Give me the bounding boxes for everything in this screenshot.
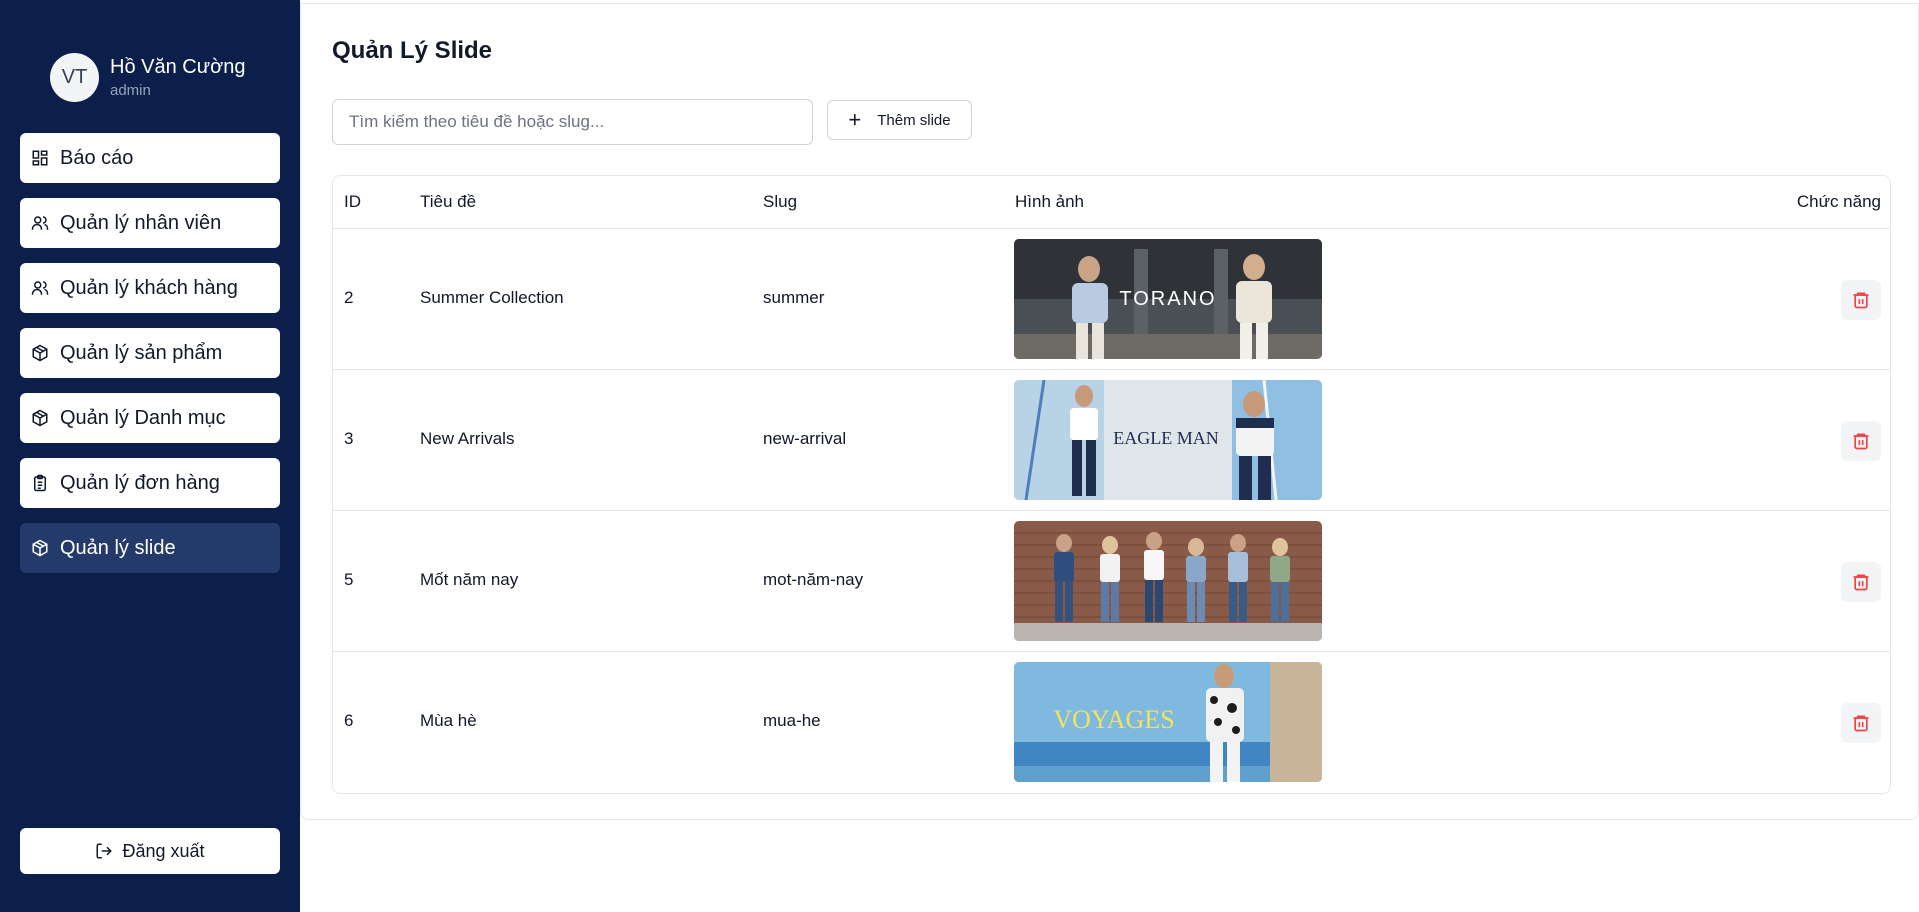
row-slug: new-arrival [763, 429, 847, 448]
sidebar-item-label: Quản lý nhân viên [60, 211, 222, 234]
clipboard-icon [31, 474, 49, 492]
logout-label: Đăng xuất [122, 840, 205, 861]
users-icon [31, 279, 49, 297]
trash-icon [1853, 433, 1869, 450]
package-icon [31, 409, 49, 427]
sidebar-item-label: Quản lý slide [60, 536, 176, 559]
row-slug: mot-năm-nay [763, 570, 864, 589]
search-input[interactable] [332, 99, 813, 145]
sidebar-item-customers[interactable]: Quản lý khách hàng [20, 263, 280, 313]
sidebar-item-slides[interactable]: Quản lý slide [20, 523, 280, 573]
table-row: 5 Mốt năm nay mot-năm-nay [333, 511, 1890, 652]
slide-thumbnail: TORANO [1014, 239, 1322, 359]
table-header: ID Tiêu đề Slug Hình ảnh Chức năng [333, 176, 1890, 229]
column-header-title: Tiêu đề [420, 192, 477, 211]
add-slide-label: Thêm slide [877, 111, 951, 129]
package-icon [31, 539, 49, 557]
row-id: 6 [344, 711, 354, 730]
slide-text: EAGLE MAN [1113, 428, 1219, 448]
delete-button[interactable] [1841, 703, 1881, 743]
row-slug: mua-he [763, 711, 821, 730]
sidebar-item-label: Quản lý Danh mục [60, 406, 226, 429]
slides-table: ID Tiêu đề Slug Hình ảnh Chức năng 2 Sum… [332, 175, 1891, 794]
user-role: admin [110, 82, 151, 99]
sidebar-item-categories[interactable]: Quản lý Danh mục [20, 393, 280, 443]
trash-icon [1853, 574, 1869, 591]
table-row: 6 Mùa hè mua-he VOYAGES [333, 652, 1890, 793]
delete-button[interactable] [1841, 562, 1881, 602]
user-name: Hồ Văn Cường [110, 56, 246, 78]
row-slug: summer [763, 288, 825, 307]
slide-thumbnail: EAGLE MAN [1014, 380, 1322, 500]
slide-thumbnail [1014, 521, 1322, 641]
column-header-slug: Slug [763, 192, 798, 211]
row-title: Mốt năm nay [420, 570, 519, 589]
slide-text: TORANO [1119, 288, 1216, 310]
column-header-image: Hình ảnh [1015, 192, 1084, 211]
sidebar-item-employees[interactable]: Quản lý nhân viên [20, 198, 280, 248]
sidebar-item-label: Quản lý đơn hàng [60, 471, 220, 494]
logout-icon [95, 842, 113, 860]
sidebar-item-label: Quản lý khách hàng [60, 276, 238, 299]
row-title: New Arrivals [420, 429, 515, 448]
row-id: 5 [344, 570, 354, 589]
sidebar-item-orders[interactable]: Quản lý đơn hàng [20, 458, 280, 508]
table-row: 3 New Arrivals new-arrival EAGLE MAN [333, 370, 1890, 511]
column-header-id: ID [344, 192, 361, 211]
delete-button[interactable] [1841, 280, 1881, 320]
row-title: Summer Collection [420, 288, 564, 307]
trash-icon [1853, 715, 1869, 732]
sidebar-item-label: Báo cáo [60, 146, 134, 169]
delete-button[interactable] [1841, 421, 1881, 461]
avatar: VT [50, 53, 99, 102]
package-icon [31, 344, 49, 362]
column-header-actions: Chức năng [1796, 192, 1881, 211]
table-row: 2 Summer Collection summer TORANO [333, 229, 1890, 370]
add-slide-button[interactable]: + Thêm slide [827, 100, 972, 140]
logout-button[interactable]: Đăng xuất [20, 828, 280, 874]
dashboard-icon [31, 149, 49, 167]
page-title: Quản Lý Slide [332, 37, 493, 64]
sidebar: VT Hồ Văn Cường admin Báo cáo Quản lý nh… [0, 0, 300, 912]
row-title: Mùa hè [420, 711, 477, 730]
users-icon [31, 214, 49, 232]
sidebar-item-label: Quản lý sản phẩm [60, 341, 223, 364]
row-id: 2 [344, 288, 354, 307]
sidebar-item-products[interactable]: Quản lý sản phẩm [20, 328, 280, 378]
row-id: 3 [344, 429, 354, 448]
user-profile: VT Hồ Văn Cường admin [50, 53, 245, 102]
trash-icon [1853, 292, 1869, 309]
main-content: Quản Lý Slide + Thêm slide ID Tiêu đề Sl… [300, 3, 1919, 820]
sidebar-item-reports[interactable]: Báo cáo [20, 133, 280, 183]
slide-text: VOYAGES [1053, 705, 1174, 734]
slide-thumbnail: VOYAGES [1014, 662, 1322, 782]
plus-icon: + [848, 107, 862, 132]
